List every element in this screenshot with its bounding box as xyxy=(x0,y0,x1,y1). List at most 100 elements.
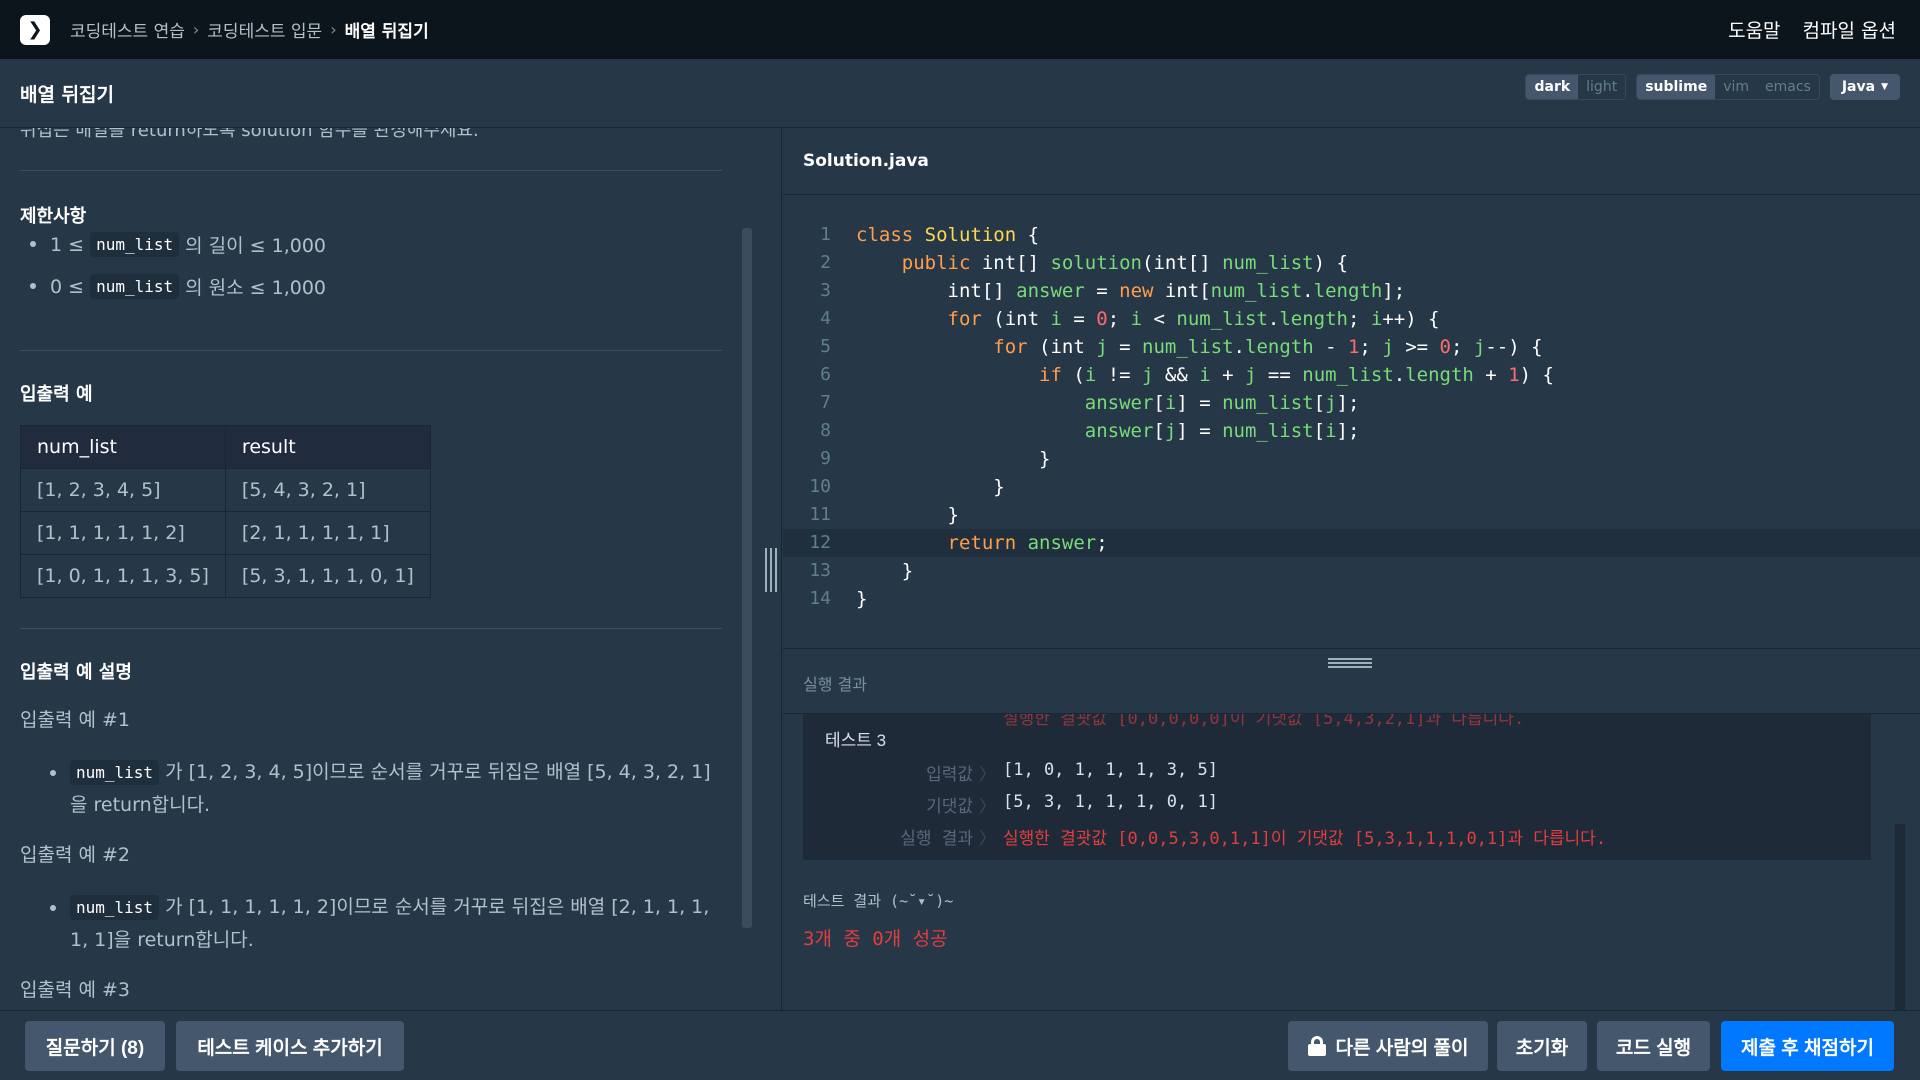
result-resize-handle-icon[interactable] xyxy=(1328,658,1372,668)
code-line[interactable]: 10 } xyxy=(783,473,1920,501)
line-number: 10 xyxy=(809,476,831,497)
programmers-logo-icon[interactable]: ❯ xyxy=(20,14,50,45)
breadcrumb-item-intro[interactable]: 코딩테스트 입문 xyxy=(207,17,322,42)
keymap-emacs-button[interactable]: emacs xyxy=(1757,75,1819,99)
io-explain-heading: 입출력 예 설명 xyxy=(20,662,132,683)
problem-scrollbar[interactable] xyxy=(742,228,752,928)
theme-light-button[interactable]: light xyxy=(1578,75,1626,99)
line-number: 14 xyxy=(809,588,831,609)
chevron-right-icon: 〉 xyxy=(979,829,996,849)
code-line[interactable]: 8 answer[j] = num_list[i]; xyxy=(783,417,1920,445)
chevron-right-icon: 〉 xyxy=(979,765,996,785)
test-row-key: 기댓값 xyxy=(926,797,973,817)
code-editor[interactable]: 1 class Solution { 2 public int[] solutio… xyxy=(783,221,1920,610)
constraint-text: 의 원소 ≤ 1,000 xyxy=(185,277,326,299)
example-title: 입출력 예 #3 xyxy=(20,979,131,1001)
example-text: 가 [1, 2, 3, 4, 5]이므로 순서를 거꾸로 뒤집은 배열 [5, … xyxy=(70,761,711,816)
constraint-item: 1 ≤ num_list 의 길이 ≤ 1,000 xyxy=(30,231,326,258)
line-number: 6 xyxy=(820,364,831,385)
code-chip: num_list xyxy=(70,760,160,785)
code-line[interactable]: 6 if (i != j && i + j == num_list.length… xyxy=(783,361,1920,389)
table-cell: [2, 1, 1, 1, 1, 1] xyxy=(224,511,431,555)
constraint-text: 1 ≤ xyxy=(50,233,85,256)
example-title: 입출력 예 #1 xyxy=(20,709,131,731)
test-result-cut-line: 실행한 결괏값 [0,0,0,0,0]이 기댓값 [5,4,3,2,1]과 다릅… xyxy=(1003,714,1525,729)
language-label: Java xyxy=(1841,79,1876,95)
page-title: 배열 뒤집기 xyxy=(20,83,115,106)
compile-options-link[interactable]: 컴파일 옵션 xyxy=(1803,16,1896,43)
line-number: 4 xyxy=(820,308,831,329)
chevron-right-icon: › xyxy=(192,20,200,39)
code-line[interactable]: 13 } xyxy=(783,557,1920,585)
line-number: 1 xyxy=(820,224,831,245)
breadcrumb-item-current: 배열 뒤집기 xyxy=(344,22,429,42)
question-button[interactable]: 질문하기 (8) xyxy=(25,1021,165,1071)
result-header: 실행 결과 xyxy=(783,648,1920,714)
test-row-result: 실행 결과 〉 실행한 결괏값 [0,0,5,3,0,1,1]이 기댓값 [5,… xyxy=(803,824,1871,850)
code-line-active[interactable]: 12 return answer; xyxy=(783,529,1920,557)
title-bar: 배열 뒤집기 dark light sublime vim emacs Java… xyxy=(0,59,1920,128)
breadcrumb-item-practice[interactable]: 코딩테스트 연습 xyxy=(70,17,185,42)
test-name: 테스트 3 xyxy=(825,731,887,750)
help-link[interactable]: 도움말 xyxy=(1728,16,1780,43)
code-line[interactable]: 11 } xyxy=(783,501,1920,529)
table-cell: [1, 2, 3, 4, 5] xyxy=(20,468,226,512)
code-chip: num_list xyxy=(70,895,160,920)
result-output[interactable]: 실행한 결괏값 [0,0,0,0,0]이 기댓값 [5,4,3,2,1]과 다릅… xyxy=(783,714,1920,1010)
lock-icon xyxy=(1307,1036,1326,1056)
test-result-box: 실행한 결괏값 [0,0,0,0,0]이 기댓값 [5,4,3,2,1]과 다릅… xyxy=(803,714,1871,860)
line-number: 3 xyxy=(820,280,831,301)
file-tab[interactable]: Solution.java xyxy=(783,128,1920,195)
test-row-key: 입력값 xyxy=(926,765,973,785)
code-line[interactable]: 2 public int[] solution(int[] num_list) … xyxy=(783,249,1920,277)
summary-value: 3개 중 0개 성공 xyxy=(803,928,948,950)
editor-options: dark light sublime vim emacs Java ▼ xyxy=(1525,74,1900,100)
line-number: 9 xyxy=(820,448,831,469)
code-line[interactable]: 1 class Solution { xyxy=(783,221,1920,249)
code-line[interactable]: 9 } xyxy=(783,445,1920,473)
result-label: 실행 결과 xyxy=(803,675,867,694)
caret-down-icon: ▼ xyxy=(1881,82,1888,92)
chevron-right-icon: › xyxy=(330,20,337,39)
table-row: [1, 2, 3, 4, 5] [5, 4, 3, 2, 1] xyxy=(20,468,431,512)
keymap-toggle: sublime vim emacs xyxy=(1636,74,1820,100)
add-testcase-button[interactable]: 테스트 케이스 추가하기 xyxy=(176,1021,404,1071)
code-line[interactable]: 4 for (int i = 0; i < num_list.length; i… xyxy=(783,305,1920,333)
code-chip: num_list xyxy=(90,232,180,257)
table-row: [1, 1, 1, 1, 1, 2] [2, 1, 1, 1, 1, 1] xyxy=(20,511,431,555)
io-example-table: num_list result [1, 2, 3, 4, 5] [5, 4, 3… xyxy=(20,425,431,598)
editor-panel: Solution.java 1 class Solution { 2 public… xyxy=(783,128,1920,1010)
keymap-vim-button[interactable]: vim xyxy=(1715,75,1758,99)
table-row: [1, 0, 1, 1, 1, 3, 5] [5, 3, 1, 1, 1, 0,… xyxy=(20,554,431,598)
line-number: 7 xyxy=(820,392,831,413)
reset-button[interactable]: 초기화 xyxy=(1497,1021,1587,1071)
code-line[interactable]: 7 answer[i] = num_list[j]; xyxy=(783,389,1920,417)
submit-button[interactable]: 제출 후 채점하기 xyxy=(1721,1021,1894,1071)
keymap-sublime-button[interactable]: sublime xyxy=(1637,75,1716,99)
example-title: 입출력 예 #2 xyxy=(20,844,131,866)
io-example-heading: 입출력 예 xyxy=(20,384,93,405)
test-row-value-error: 실행한 결괏값 [0,0,5,3,0,1,1]이 기댓값 [5,3,1,1,1,… xyxy=(1003,829,1607,849)
theme-dark-button[interactable]: dark xyxy=(1526,75,1579,99)
breadcrumb: 코딩테스트 연습 › 코딩테스트 입문 › 배열 뒤집기 xyxy=(70,17,429,42)
example-text: 가 [1, 1, 1, 1, 1, 2]이므로 순서를 거꾸로 뒤집은 배열 [… xyxy=(70,896,710,951)
test-row-value: [1, 0, 1, 1, 1, 3, 5] xyxy=(1003,760,1218,780)
code-chip: num_list xyxy=(90,274,180,299)
summary-label: 테스트 결과 (~˘▾˘)~ xyxy=(803,892,954,910)
divider xyxy=(20,170,722,171)
code-line[interactable]: 14} xyxy=(783,585,1920,613)
table-header-row: num_list result xyxy=(20,425,431,469)
result-scrollbar[interactable] xyxy=(1895,824,1905,1010)
constraints-heading: 제한사항 xyxy=(20,206,87,227)
language-select[interactable]: Java ▼ xyxy=(1829,74,1900,100)
constraint-text: 0 ≤ xyxy=(50,275,85,298)
others-solution-button[interactable]: 다른 사람의 풀이 xyxy=(1288,1021,1488,1071)
theme-toggle: dark light xyxy=(1525,74,1627,100)
code-line[interactable]: 3 int[] answer = new int[num_list.length… xyxy=(783,277,1920,305)
run-code-button[interactable]: 코드 실행 xyxy=(1597,1021,1710,1071)
line-number: 5 xyxy=(820,336,831,357)
line-number: 8 xyxy=(820,420,831,441)
code-line[interactable]: 5 for (int j = num_list.length - 1; j >=… xyxy=(783,333,1920,361)
problem-panel[interactable]: 뒤집은 배열을 return하도록 solution 함수를 완성해주세요. 제… xyxy=(0,128,782,1010)
panel-resize-handle[interactable] xyxy=(764,548,778,592)
